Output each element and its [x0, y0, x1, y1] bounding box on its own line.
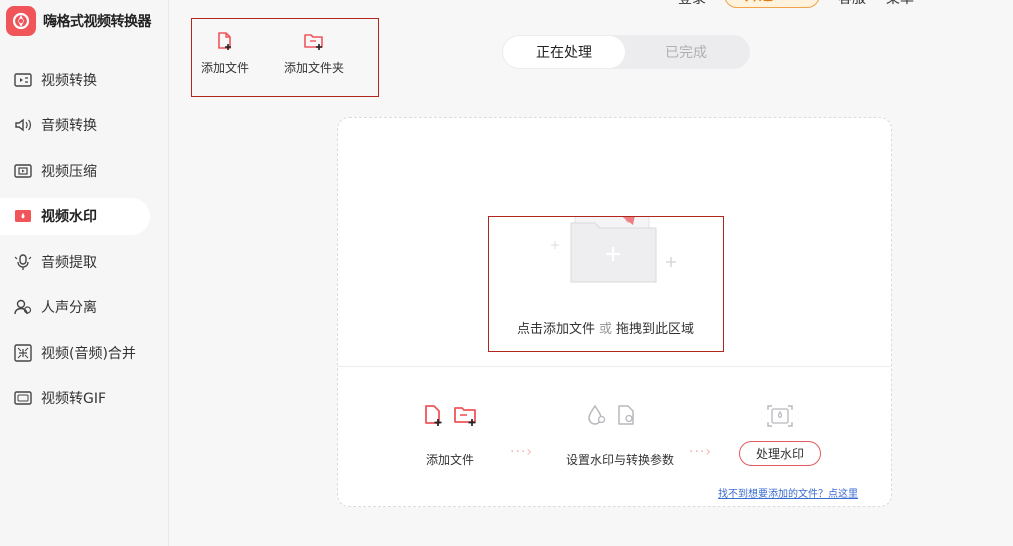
- step2-label: 设置水印与转换参数: [566, 453, 675, 467]
- add-folder-icon: [303, 31, 325, 55]
- sidebar-item-audio-convert[interactable]: 音频转换: [0, 107, 169, 144]
- sidebar-item-label: 视频转换: [41, 72, 97, 89]
- sidebar-item-gif[interactable]: 视频转GIF: [0, 380, 169, 417]
- sidebar-item-label: 视频压缩: [41, 163, 97, 180]
- panel-divider: [338, 366, 891, 367]
- add-folder-label: 添加文件夹: [284, 61, 345, 75]
- sidebar-item-video-convert[interactable]: 视频转换: [0, 61, 169, 98]
- drop-panel: 点击添加文件或拖拽到此区域 添加文件 ···› 设置水印与转换参数 ···› 处…: [337, 117, 892, 507]
- audio-extract-icon: [13, 252, 33, 272]
- sidebar-item-merge[interactable]: 视频(音频)合并: [0, 334, 169, 371]
- video-compress-icon: [13, 161, 33, 181]
- sidebar-item-label: 音频提取: [41, 254, 97, 271]
- sidebar-item-label: 音频转换: [41, 118, 97, 134]
- video-watermark-icon: [13, 206, 33, 226]
- convert-settings-icon: [616, 404, 638, 430]
- sidebar-item-label: 人声分离: [41, 300, 97, 316]
- step-arrow-2: ···›: [689, 444, 712, 460]
- or-text: 或: [598, 322, 612, 337]
- service-link[interactable]: 客服: [838, 0, 866, 8]
- sidebar-item-voice-separate[interactable]: 人声分离: [0, 289, 169, 326]
- step3-icons: [766, 404, 794, 432]
- drop-zone[interactable]: 点击添加文件或拖拽到此区域: [488, 216, 724, 352]
- menu-link[interactable]: 菜单: [886, 0, 914, 8]
- file-add-step-icon: [423, 404, 445, 430]
- audio-convert-icon: [13, 115, 33, 135]
- add-file-label: 添加文件: [201, 61, 250, 75]
- drop-instruction: 点击添加文件或拖拽到此区域: [489, 318, 722, 337]
- add-file-button[interactable]: 添加文件: [201, 31, 249, 76]
- sidebar-item-label: 视频(音频)合并: [41, 345, 136, 362]
- sidebar-item-label: 视频转GIF: [41, 391, 107, 407]
- folder-add-icon: [551, 217, 676, 283]
- drag-here-text: 拖拽到此区域: [616, 322, 695, 337]
- watermark-process-icon: [766, 404, 794, 432]
- vip-button[interactable]: 开通VIP: [724, 0, 820, 8]
- process-watermark-button[interactable]: 处理水印: [739, 441, 821, 466]
- login-link[interactable]: 登录: [678, 0, 706, 8]
- step1-icons: [423, 404, 479, 430]
- sidebar-nav: 视频转换 音频转换 视频压缩 视频水印 音频提取 人声分离 视频(音频)合并 视…: [0, 61, 169, 425]
- folder-add-step-icon: [453, 404, 479, 430]
- voice-separate-icon: [13, 297, 33, 317]
- sidebar-item-video-compress[interactable]: 视频压缩: [0, 152, 169, 189]
- sidebar-item-audio-extract[interactable]: 音频提取: [0, 243, 169, 280]
- add-file-icon: [215, 31, 235, 55]
- help-link[interactable]: 找不到想要添加的文件？点这里: [718, 485, 858, 500]
- sidebar-item-label: 视频水印: [41, 209, 97, 225]
- click-add-text: 点击添加文件: [516, 322, 595, 337]
- merge-icon: [13, 343, 33, 363]
- tab-processing[interactable]: 正在处理: [503, 36, 625, 68]
- tab-completed[interactable]: 已完成: [625, 36, 747, 68]
- sidebar-item-video-watermark[interactable]: 视频水印: [0, 197, 150, 235]
- step2-icons: [586, 404, 638, 430]
- top-header: 登录 开通VIP 客服 菜单: [0, 0, 1013, 12]
- status-tabs: 正在处理 已完成: [502, 35, 750, 69]
- file-toolbar: 添加文件 添加文件夹: [191, 18, 379, 97]
- step1-label: 添加文件: [426, 453, 475, 467]
- gif-icon: [13, 388, 33, 408]
- step-arrow-1: ···›: [510, 444, 533, 460]
- video-convert-icon: [13, 70, 33, 90]
- watermark-settings-icon: [586, 404, 608, 430]
- app-title: 嗨格式视频转换器: [43, 14, 152, 30]
- add-folder-button[interactable]: 添加文件夹: [284, 31, 344, 76]
- sidebar: 嗨格式视频转换器 视频转换 音频转换 视频压缩 视频水印 音频提取 人声分离 视…: [0, 0, 169, 546]
